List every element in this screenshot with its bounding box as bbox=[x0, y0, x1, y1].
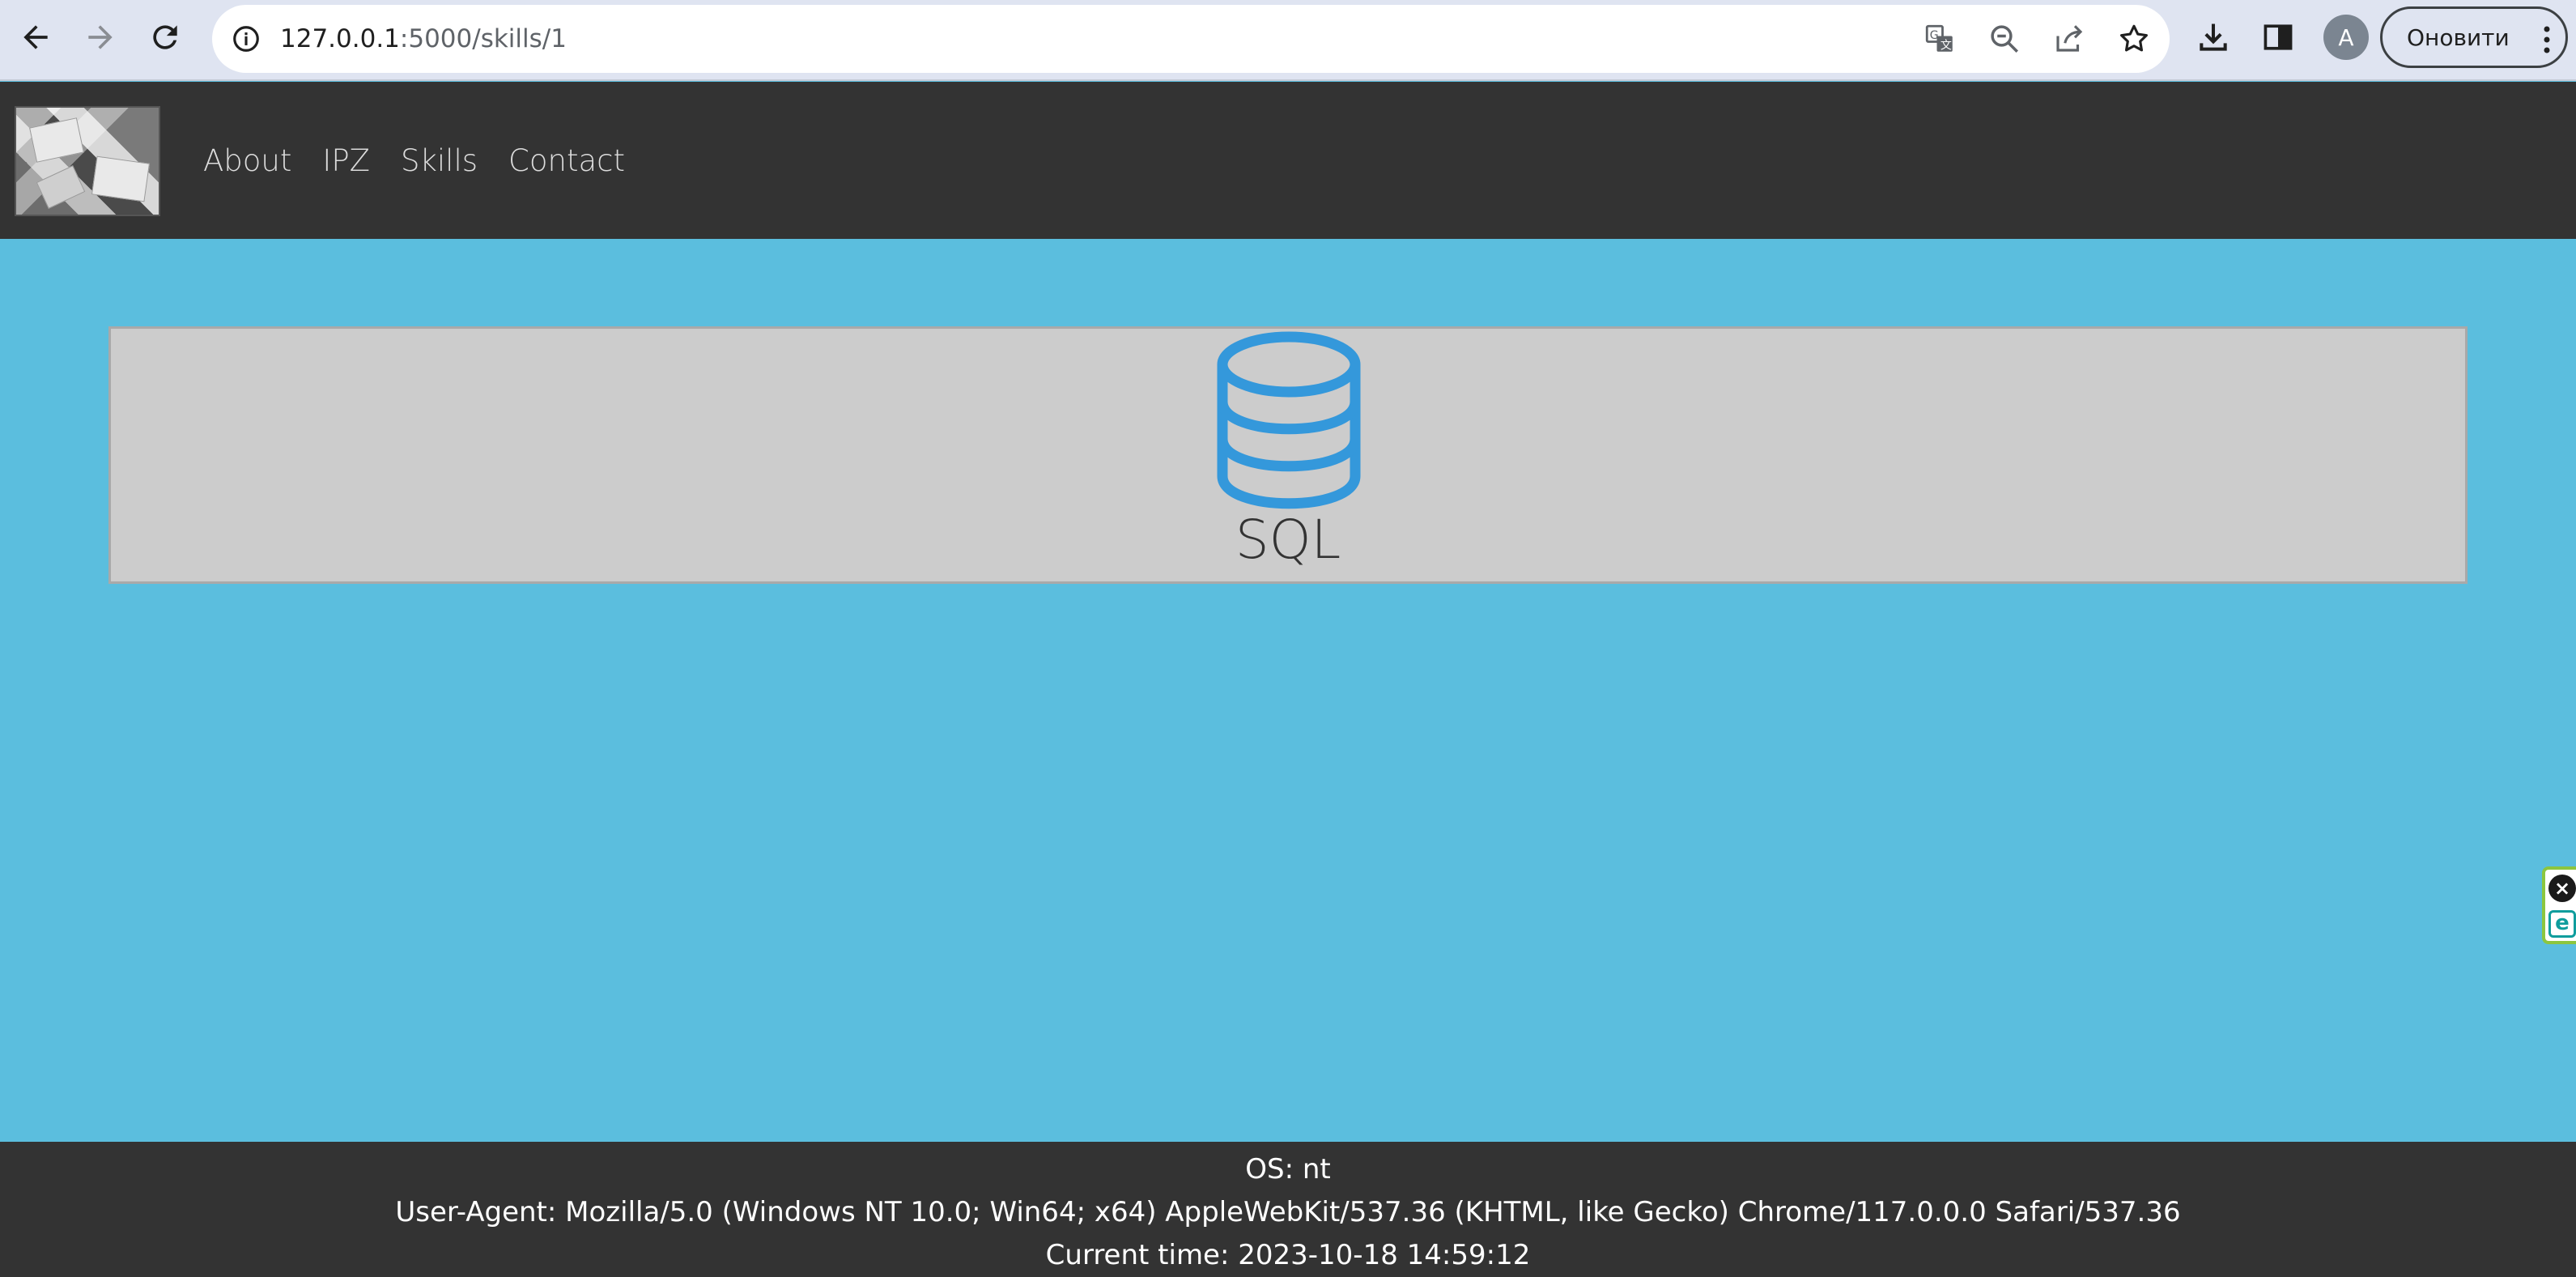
forward-arrow-icon[interactable] bbox=[74, 11, 126, 63]
info-icon[interactable] bbox=[228, 21, 264, 57]
browser-toolbar: 127.0.0.1:5000/skills/1 G文 A Оновити bbox=[0, 0, 2576, 81]
skill-card: SQL bbox=[108, 326, 2468, 584]
update-button[interactable]: Оновити bbox=[2380, 6, 2568, 68]
url-text[interactable]: 127.0.0.1:5000/skills/1 bbox=[280, 5, 567, 73]
extension-widget: × e bbox=[2542, 866, 2576, 944]
url-host: 127.0.0.1 bbox=[280, 24, 400, 53]
footer-time: Current time: 2023-10-18 14:59:12 bbox=[1045, 1239, 1531, 1271]
skill-name: SQL bbox=[1235, 509, 1341, 571]
site-navbar: About IPZ Skills Contact bbox=[0, 82, 2576, 239]
nav-link-about[interactable]: About bbox=[203, 143, 291, 178]
logo-paper-shape bbox=[29, 117, 84, 163]
footer-user-agent: User-Agent: Mozilla/5.0 (Windows NT 10.0… bbox=[395, 1196, 2181, 1228]
zoom-out-icon[interactable] bbox=[1985, 19, 2024, 58]
download-icon[interactable] bbox=[2187, 11, 2239, 63]
url-path: :5000/skills/1 bbox=[399, 24, 567, 53]
svg-text:文: 文 bbox=[1941, 39, 1952, 52]
more-vert-icon[interactable] bbox=[2543, 25, 2551, 54]
address-bar[interactable]: 127.0.0.1:5000/skills/1 G文 bbox=[212, 5, 2170, 73]
nav-link-contact[interactable]: Contact bbox=[508, 143, 625, 178]
star-icon[interactable] bbox=[2115, 19, 2153, 58]
back-arrow-icon[interactable] bbox=[10, 11, 62, 63]
logo-paper-shape bbox=[91, 155, 151, 202]
logo-paper-shape bbox=[36, 165, 86, 209]
reload-icon[interactable] bbox=[139, 11, 191, 63]
footer-os: OS: nt bbox=[1245, 1153, 1331, 1185]
update-button-label: Оновити bbox=[2407, 23, 2510, 51]
share-icon[interactable] bbox=[2050, 19, 2089, 58]
close-icon[interactable]: × bbox=[2548, 875, 2576, 902]
extension-e-icon[interactable]: e bbox=[2548, 910, 2576, 938]
site-logo[interactable] bbox=[15, 106, 160, 216]
profile-avatar[interactable]: A bbox=[2323, 15, 2369, 60]
nav-links: About IPZ Skills Contact bbox=[203, 82, 625, 239]
nav-link-skills[interactable]: Skills bbox=[401, 143, 478, 178]
translate-icon[interactable]: G文 bbox=[1920, 19, 1959, 58]
database-icon bbox=[1217, 331, 1361, 509]
nav-link-ipz[interactable]: IPZ bbox=[322, 143, 370, 178]
site-footer: OS: nt User-Agent: Mozilla/5.0 (Windows … bbox=[0, 1142, 2576, 1277]
side-panel-icon[interactable] bbox=[2252, 11, 2304, 63]
